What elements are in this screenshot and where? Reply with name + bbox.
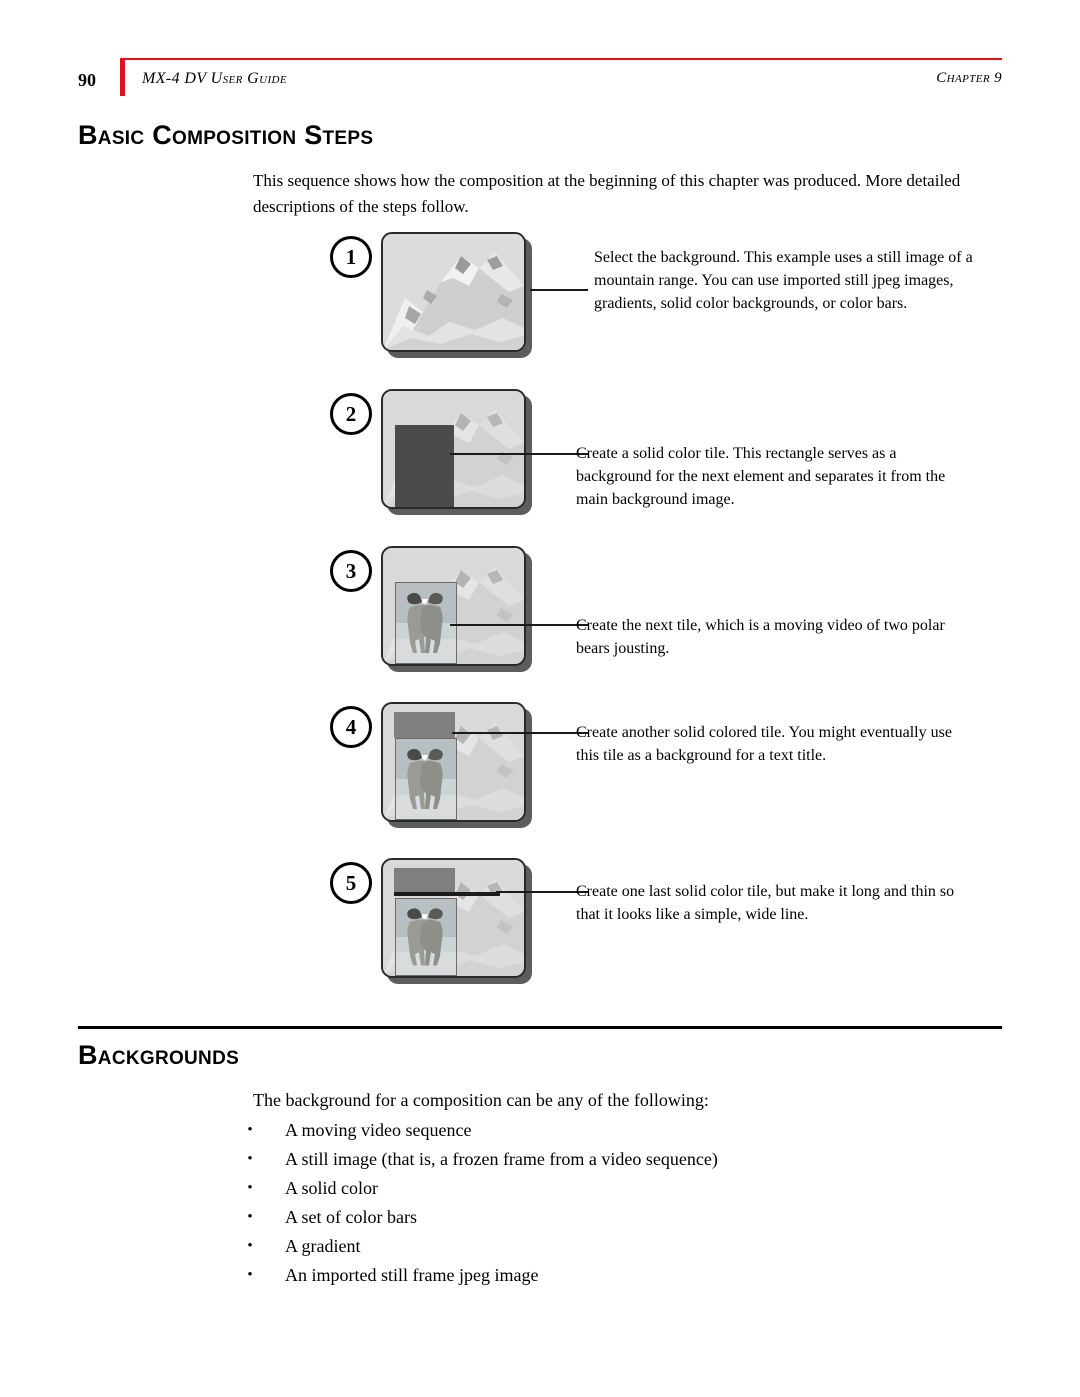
polar-bears-video-tile (395, 898, 457, 976)
thin-line-tile (394, 892, 500, 896)
list-item-label: A solid color (285, 1178, 378, 1198)
step-number-2: 2 (330, 393, 372, 435)
header-accent-bar (120, 60, 125, 96)
backgrounds-bullet-list: • A moving video sequence • A still imag… (244, 1116, 964, 1290)
solid-title-bar-tile (394, 712, 455, 738)
bullet-icon: • (247, 1151, 253, 1167)
section-divider (78, 1026, 1002, 1029)
page-header: 90 MX-4 DV User Guide Chapter 9 (78, 58, 1002, 104)
list-item: • An imported still frame jpeg image (244, 1261, 964, 1290)
polar-bears-icon (396, 899, 456, 975)
intro-paragraph: This sequence shows how the composition … (253, 171, 961, 216)
step-number-5: 5 (330, 862, 372, 904)
leader-line-4 (452, 732, 588, 734)
mountain-scene-icon (383, 234, 524, 350)
leader-line-2 (450, 453, 588, 455)
list-item: • A still image (that is, a frozen frame… (244, 1145, 964, 1174)
step-number-4: 4 (330, 706, 372, 748)
leader-line-5 (496, 891, 588, 893)
list-item-label: A moving video sequence (285, 1120, 472, 1140)
backgrounds-heading: Backgrounds (78, 1040, 240, 1070)
list-item-label: A set of color bars (285, 1207, 417, 1227)
list-item-label: A still image (that is, a frozen frame f… (285, 1149, 718, 1169)
bullet-icon: • (247, 1209, 253, 1225)
list-item-label: An imported still frame jpeg image (285, 1265, 539, 1285)
bullet-icon: • (247, 1267, 253, 1283)
step-number-1: 1 (330, 236, 372, 278)
solid-title-bar-tile (394, 868, 455, 892)
solid-color-tile (395, 425, 454, 507)
polar-bears-icon (396, 739, 456, 819)
thumbnail-frame (381, 232, 526, 352)
bullet-icon: • (247, 1238, 253, 1254)
step-caption-5: Create one last solid color tile, but ma… (576, 883, 955, 923)
list-item: • A set of color bars (244, 1203, 964, 1232)
list-item-label: A gradient (285, 1236, 361, 1256)
step-number-3: 3 (330, 550, 372, 592)
bullet-icon: • (247, 1122, 253, 1138)
header-rule (120, 58, 1002, 60)
polar-bears-video-tile (395, 582, 457, 664)
page-number: 90 (78, 70, 96, 90)
bullet-icon: • (247, 1180, 253, 1196)
list-item: • A solid color (244, 1174, 964, 1203)
polar-bears-video-tile (395, 738, 457, 820)
thumbnail-frame (381, 546, 526, 666)
list-item: • A gradient (244, 1232, 964, 1261)
page-title: Basic Composition Steps (78, 120, 374, 150)
step-caption-1: Select the background. This example uses… (594, 249, 973, 312)
step-caption-4: Create another solid colored tile. You m… (576, 724, 952, 764)
backgrounds-intro: The background for a composition can be … (253, 1090, 709, 1110)
running-head-chapter: Chapter 9 (936, 70, 1002, 86)
leader-line-3 (450, 624, 588, 626)
thumbnail-frame (381, 702, 526, 822)
step-caption-3: Create the next tile, which is a moving … (576, 617, 945, 657)
polar-bears-icon (396, 583, 456, 663)
list-item: • A moving video sequence (244, 1116, 964, 1145)
thumbnail-frame (381, 389, 526, 509)
step-caption-2: Create a solid color tile. This rectangl… (576, 445, 946, 508)
leader-line-1 (530, 289, 588, 291)
running-head-title: MX-4 DV User Guide (142, 70, 287, 87)
thumbnail-frame (381, 858, 526, 978)
